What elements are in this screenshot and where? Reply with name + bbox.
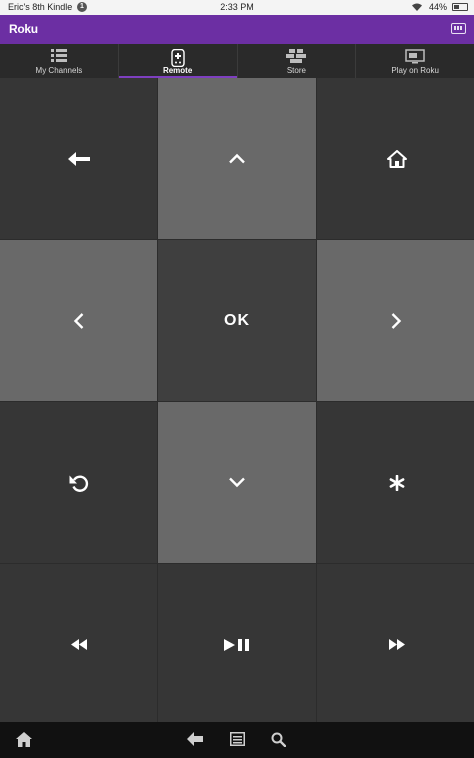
tab-label: Play on Roku	[391, 66, 439, 75]
down-button[interactable]	[158, 402, 316, 563]
wifi-icon	[411, 2, 423, 14]
chevron-right-icon	[391, 312, 402, 329]
options-button[interactable]	[317, 402, 474, 563]
keyboard-icon[interactable]	[451, 23, 466, 34]
rewind-icon	[70, 639, 87, 650]
battery-icon	[452, 3, 468, 11]
menu-icon[interactable]	[230, 732, 245, 751]
replay-icon	[69, 475, 88, 492]
tab-play-on-roku[interactable]: Play on Roku	[356, 44, 474, 78]
rewind-button[interactable]	[0, 564, 157, 725]
right-button[interactable]	[317, 240, 474, 401]
tab-bar: My Channels Remote Store Play on Roku	[0, 44, 474, 78]
system-nav-bar	[0, 722, 474, 758]
home-icon	[386, 149, 407, 168]
ok-button[interactable]: OK	[158, 240, 316, 401]
battery-percent: 44%	[429, 2, 448, 12]
play-pause-icon	[224, 638, 249, 651]
tab-label: My Channels	[35, 66, 83, 75]
tab-my-channels[interactable]: My Channels	[0, 44, 119, 78]
tab-label: Remote	[162, 66, 193, 75]
instant-replay-button[interactable]	[0, 402, 157, 563]
status-bar: Eric's 8th Kindle 1 2:33 PM 44%	[0, 0, 474, 15]
ok-label: OK	[224, 311, 250, 329]
home-button[interactable]	[317, 78, 474, 239]
search-icon[interactable]	[271, 732, 287, 752]
home-icon[interactable]	[16, 732, 32, 752]
chevron-down-icon	[229, 477, 245, 488]
tab-remote[interactable]: Remote	[118, 44, 238, 78]
left-button[interactable]	[0, 240, 157, 401]
up-button[interactable]	[158, 78, 316, 239]
roku-logo: Roku	[9, 22, 38, 36]
back-button[interactable]	[0, 78, 157, 239]
channels-list-icon	[50, 49, 67, 67]
chevron-up-icon	[229, 153, 245, 164]
chevron-left-icon	[73, 312, 84, 329]
play-pause-button[interactable]	[158, 564, 316, 725]
app-header: Roku	[0, 15, 474, 44]
remote-keypad: OK	[0, 78, 474, 725]
fast-forward-icon	[388, 639, 405, 650]
fast-forward-button[interactable]	[317, 564, 474, 725]
back-arrow-icon	[67, 151, 90, 166]
status-time: 2:33 PM	[220, 2, 254, 12]
asterisk-icon	[389, 474, 404, 491]
tab-store[interactable]: Store	[238, 44, 357, 78]
back-icon[interactable]	[187, 732, 203, 751]
tab-label: Store	[286, 66, 306, 75]
